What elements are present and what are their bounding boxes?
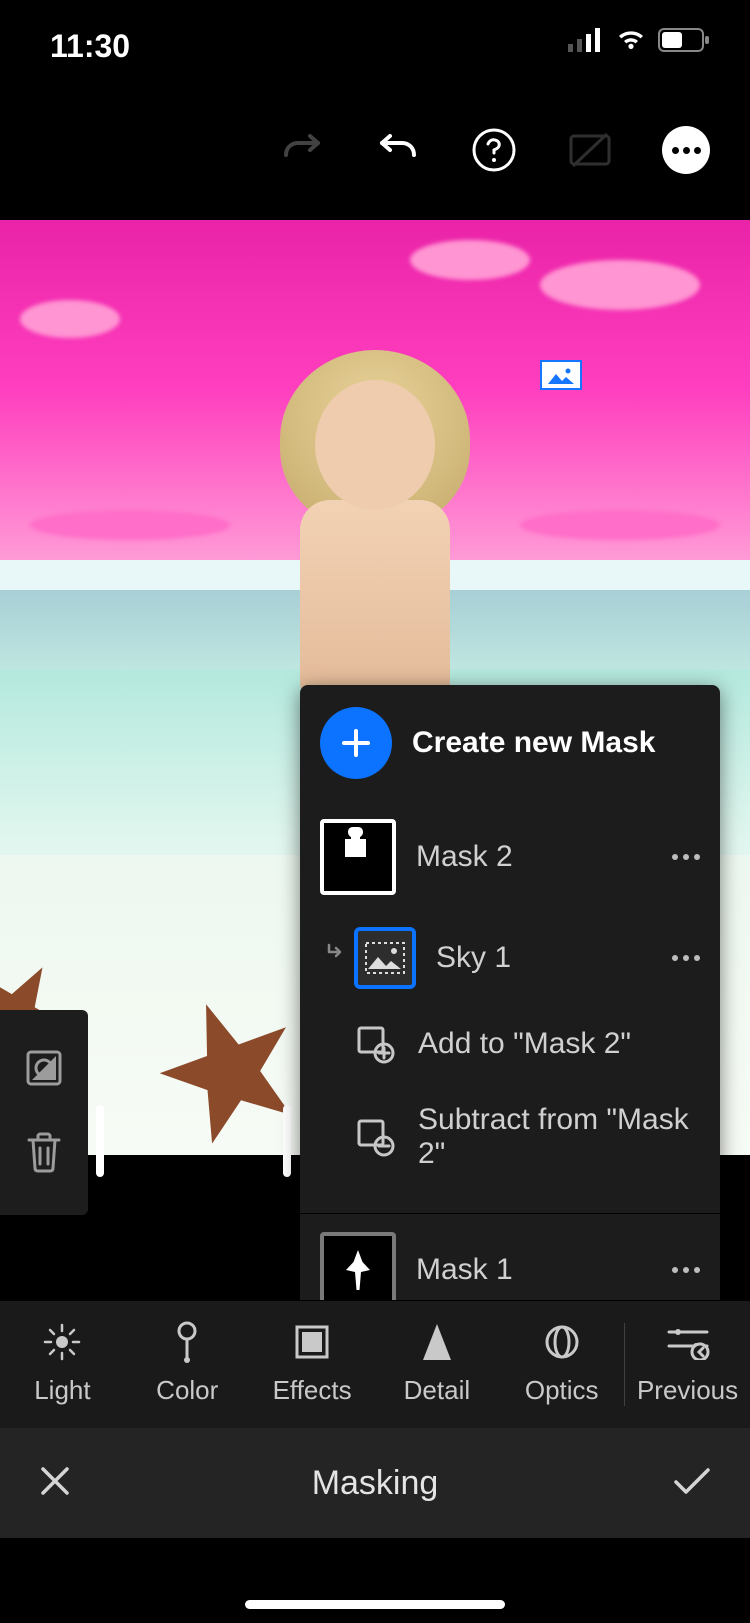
status-bar: 11:30 xyxy=(0,0,750,90)
light-icon xyxy=(42,1323,82,1361)
subtract-from-mask-button[interactable]: Subtract from "Mask 2" xyxy=(300,1085,720,1197)
subtract-from-mask-label: Subtract from "Mask 2" xyxy=(418,1103,700,1171)
undo-button[interactable] xyxy=(374,126,422,174)
help-button[interactable] xyxy=(470,126,518,174)
add-to-mask-icon xyxy=(352,1021,398,1067)
more-menu-button[interactable] xyxy=(662,126,710,174)
top-toolbar xyxy=(0,90,750,210)
tab-optics-label: Optics xyxy=(525,1375,599,1406)
tab-previous-label: Previous xyxy=(637,1375,738,1406)
tab-effects[interactable]: Effects xyxy=(250,1323,375,1406)
plus-icon xyxy=(320,707,392,779)
cancel-button[interactable] xyxy=(38,1464,72,1503)
tab-detail-label: Detail xyxy=(404,1375,470,1406)
redo-button[interactable] xyxy=(278,126,326,174)
picture-badge-icon[interactable] xyxy=(540,360,582,390)
tab-light-label: Light xyxy=(34,1375,90,1406)
optics-icon xyxy=(542,1323,582,1361)
delete-mask-button[interactable] xyxy=(24,1130,64,1179)
wifi-icon xyxy=(614,28,648,52)
sky-label: Sky 1 xyxy=(436,941,511,975)
sky-mask-icon xyxy=(354,927,416,989)
effects-icon xyxy=(293,1323,331,1361)
detail-icon xyxy=(421,1323,453,1361)
previous-icon xyxy=(666,1323,710,1361)
tab-color[interactable]: Color xyxy=(125,1323,250,1406)
add-to-mask-label: Add to "Mask 2" xyxy=(418,1027,631,1061)
mask1-label: Mask 1 xyxy=(416,1253,513,1287)
mask-item-mask2[interactable]: Mask 2 xyxy=(300,801,720,913)
tab-detail[interactable]: Detail xyxy=(374,1323,499,1406)
masking-bottom-bar: Masking xyxy=(0,1428,750,1538)
compare-button[interactable] xyxy=(566,126,614,174)
edit-tabs: Light Color Effects Detail Optics Previo… xyxy=(0,1300,750,1428)
tab-color-label: Color xyxy=(156,1375,218,1406)
home-indicator[interactable] xyxy=(245,1600,505,1609)
mask2-more-button[interactable] xyxy=(672,854,700,860)
confirm-button[interactable] xyxy=(672,1465,712,1502)
tab-optics[interactable]: Optics xyxy=(499,1323,624,1406)
indent-arrow-icon xyxy=(326,943,344,966)
color-icon xyxy=(172,1323,202,1361)
tab-light[interactable]: Light xyxy=(0,1323,125,1406)
status-time: 11:30 xyxy=(50,28,130,65)
battery-icon xyxy=(658,28,710,52)
mask-sub-sky[interactable]: Sky 1 xyxy=(300,913,720,1003)
status-icons xyxy=(568,28,710,52)
slider-marks xyxy=(96,1105,291,1215)
cellular-icon xyxy=(568,28,604,52)
mask2-thumbnail xyxy=(320,819,396,895)
add-to-mask-button[interactable]: Add to "Mask 2" xyxy=(300,1003,720,1085)
mask1-more-button[interactable] xyxy=(672,1267,700,1273)
create-mask-button[interactable]: Create new Mask xyxy=(300,685,720,801)
mask-float-tools xyxy=(0,1010,88,1215)
masking-title: Masking xyxy=(312,1464,439,1503)
mask1-thumbnail xyxy=(320,1232,396,1308)
mask-panel: Create new Mask Mask 2 Sky 1 Add to "Mas… xyxy=(300,685,720,1326)
create-mask-label: Create new Mask xyxy=(412,726,655,760)
invert-mask-button[interactable] xyxy=(22,1046,66,1095)
tab-previous[interactable]: Previous xyxy=(624,1323,750,1406)
mask2-label: Mask 2 xyxy=(416,840,513,874)
tab-effects-label: Effects xyxy=(273,1375,352,1406)
subtract-from-mask-icon xyxy=(352,1114,398,1160)
sky-more-button[interactable] xyxy=(672,955,700,961)
